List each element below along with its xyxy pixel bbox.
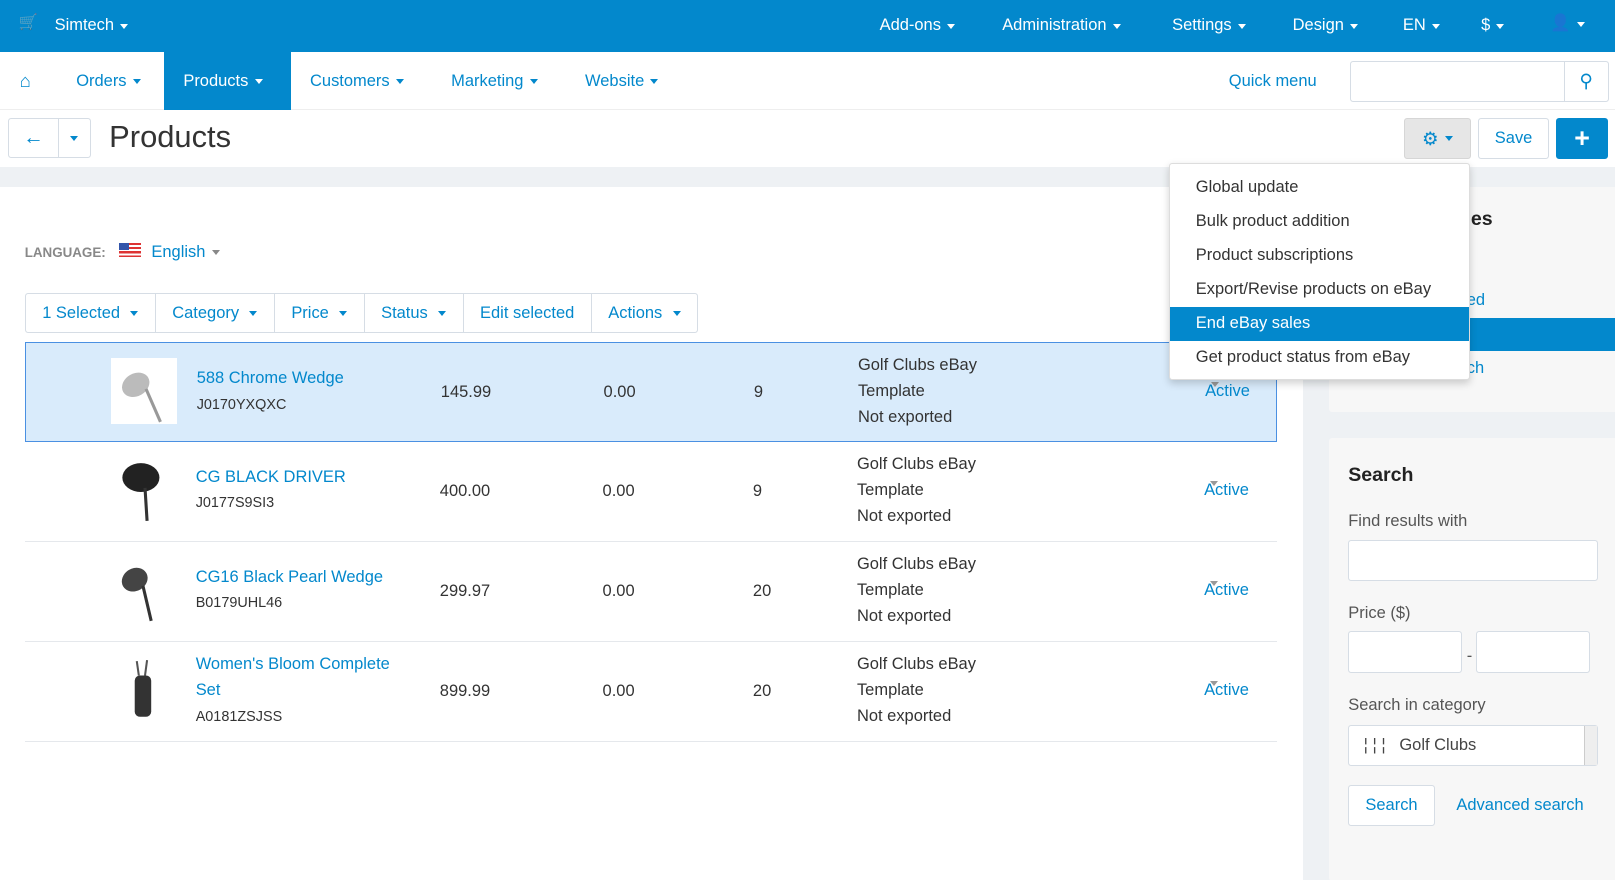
list-price: 0.00 [602,681,635,700]
menu-item-bulk-product-addition[interactable]: Bulk product addition [1170,205,1469,239]
bulk-filter-bar: 1 Selected Category Price Status Edit se… [24,292,699,333]
us-flag-icon [119,243,142,258]
product-name-link[interactable]: CG16 Black Pearl Wedge [196,568,383,587]
search-panel: Search Find results with Price ($) - Sea… [1328,437,1615,880]
list-price: 0.00 [603,383,636,402]
menu-design[interactable]: Design [1293,16,1359,35]
product-price[interactable]: 899.99 [440,682,490,701]
product-thumbnail[interactable] [110,457,177,524]
product-code: J0170YXQXC [196,396,287,413]
menu-item-get-ebay-status[interactable]: Get product status from eBay [1170,341,1469,375]
search-icon[interactable]: ⚲ [1563,60,1609,102]
ebay-status: Not exported [856,706,952,725]
menu-item-export-revise-ebay[interactable]: Export/Revise products on eBay [1170,273,1469,307]
ebay-template: Golf Clubs eBay [857,356,977,375]
product-name-link[interactable]: CG BLACK DRIVER [196,468,346,487]
product-price[interactable]: 145.99 [441,383,491,402]
product-code: J0177S9SI3 [195,495,275,512]
ebay-status: Not exported [856,606,952,625]
ebay-template: Golf Clubs eBay [856,655,976,674]
currency-menu[interactable]: $ [1481,16,1505,35]
ebay-template: Template [857,382,925,401]
home-icon[interactable]: ⌂ [0,52,50,111]
menu-addons[interactable]: Add-ons [880,16,956,35]
table-row[interactable]: CG16 Black Pearl Wedge B0179UHL46 299.97… [24,542,1278,642]
menu-administration[interactable]: Administration [1002,16,1121,35]
quantity[interactable]: 20 [753,582,771,601]
store-switcher[interactable]: Simtech [55,16,129,35]
global-search-input[interactable] [1350,60,1565,102]
add-product-button[interactable]: + [1556,118,1608,159]
table-row[interactable]: 588 Chrome Wedge J0170YXQXC 145.99 0.00 … [24,341,1278,442]
status-filter[interactable]: Status [365,293,464,332]
language-select[interactable]: English [151,243,220,262]
quantity[interactable]: 20 [753,682,771,701]
advanced-search-link[interactable]: Advanced search [1456,796,1583,815]
product-code: B0179UHL46 [195,595,283,612]
user-icon[interactable]: 👤 [1550,14,1585,33]
menu-item-end-ebay-sales[interactable]: End eBay sales [1170,306,1469,341]
menu-item-product-subscriptions[interactable]: Product subscriptions [1170,239,1469,273]
product-name-link[interactable]: 588 Chrome Wedge [197,369,344,388]
nav-orders[interactable]: Orders [57,52,161,111]
panel-title: es [1470,208,1493,231]
list-price: 0.00 [602,581,635,600]
main-nav: ⌂ Orders Products Customers Marketing We… [0,51,1615,111]
ebay-template: Golf Clubs eBay [856,455,976,474]
search-button[interactable]: Search [1348,784,1435,827]
product-name-link[interactable]: Set [196,681,221,700]
product-code: A0181ZSJSS [195,708,283,725]
find-label: Find results with [1348,511,1468,530]
page-toolbar: ← Products ⚙ Save + [0,110,1615,167]
ebay-template: Template [856,480,924,499]
quantity[interactable]: 9 [754,383,763,402]
back-arrow-icon[interactable]: ← [8,118,59,158]
price-filter[interactable]: Price [275,293,365,332]
nav-marketing[interactable]: Marketing [432,52,558,111]
quantity[interactable]: 9 [753,482,762,501]
save-button[interactable]: Save [1478,118,1550,159]
find-results-input[interactable] [1348,539,1598,581]
ebay-status: Not exported [856,506,952,525]
product-price[interactable]: 299.97 [440,582,490,601]
gear-dropdown-menu: Global update Bulk product addition Prod… [1169,162,1470,381]
ebay-template: Template [856,680,924,699]
product-price[interactable]: 400.00 [440,482,490,501]
ebay-template: Template [856,580,924,599]
nav-website[interactable]: Website [565,52,678,111]
page-title: Products [109,119,232,155]
actions-dropdown[interactable]: Actions [592,294,697,332]
price-to-input[interactable] [1475,631,1591,673]
nav-products[interactable]: Products [163,51,292,111]
product-thumbnail[interactable] [110,557,177,624]
list-price: 0.00 [602,482,635,501]
search-title: Search [1348,463,1414,486]
category-select[interactable]: ¦ ¦ ¦ Golf Clubs [1348,725,1598,767]
history-dropdown[interactable] [57,118,91,158]
cart-icon[interactable]: 🛒 [19,13,38,32]
product-thumbnail[interactable] [111,358,178,425]
table-row[interactable]: CG BLACK DRIVER J0177S9SI3 400.00 0.00 9… [24,442,1278,542]
category-filter[interactable]: Category [156,293,275,332]
quick-menu[interactable]: Quick menu [1209,52,1336,111]
store-name: Simtech [54,16,115,35]
menu-settings[interactable]: Settings [1172,16,1246,35]
product-name-link[interactable]: Women's Bloom Complete [196,655,390,674]
selected-dropdown[interactable]: 1 Selected [26,293,156,332]
ebay-status: Not exported [857,407,953,426]
language-menu[interactable]: EN [1403,16,1440,35]
price-from-input[interactable] [1348,631,1462,673]
top-bar: 🛒 Simtech Add-ons Administration Setting… [0,0,1615,52]
language-label: LANGUAGE: [24,245,106,261]
nav-customers[interactable]: Customers [290,52,423,111]
gear-icon[interactable]: ⚙ [1403,118,1471,159]
category-label: Search in category [1348,696,1486,715]
product-thumbnail[interactable] [110,657,177,724]
ebay-template: Golf Clubs eBay [856,555,976,574]
price-label: Price ($) [1348,603,1411,622]
edit-selected-button[interactable]: Edit selected [464,293,592,332]
menu-item-global-update[interactable]: Global update [1170,171,1469,205]
table-row[interactable]: Women's Bloom Complete Set A0181ZSJSS 89… [24,642,1278,742]
price-separator: - [1466,646,1473,665]
